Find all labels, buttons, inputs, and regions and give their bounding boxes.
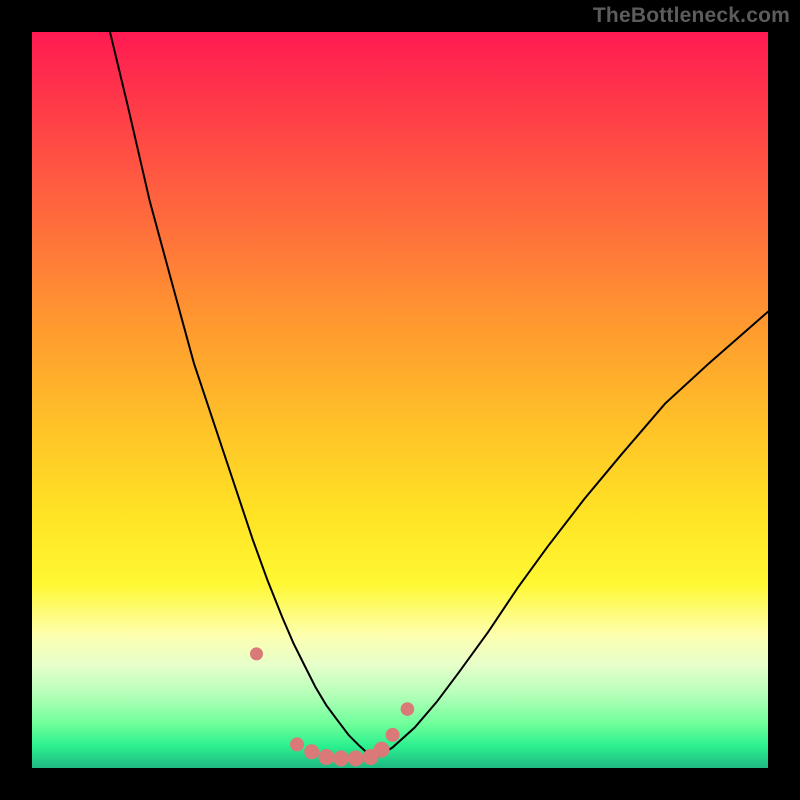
highlight-dot (348, 750, 364, 766)
highlight-dot (304, 744, 319, 759)
chart-svg (32, 32, 768, 768)
highlight-dot (386, 728, 400, 742)
left-curve (110, 32, 374, 759)
highlight-dot (401, 702, 415, 716)
highlight-dot (374, 742, 390, 758)
watermark-text: TheBottleneck.com (593, 4, 790, 28)
highlight-dot (290, 737, 304, 751)
chart-stage: TheBottleneck.com (0, 0, 800, 800)
highlight-dot (318, 749, 334, 765)
highlight-dot (333, 750, 349, 766)
right-curve (374, 312, 768, 760)
plot-area (32, 32, 768, 768)
highlight-dot (250, 647, 263, 660)
